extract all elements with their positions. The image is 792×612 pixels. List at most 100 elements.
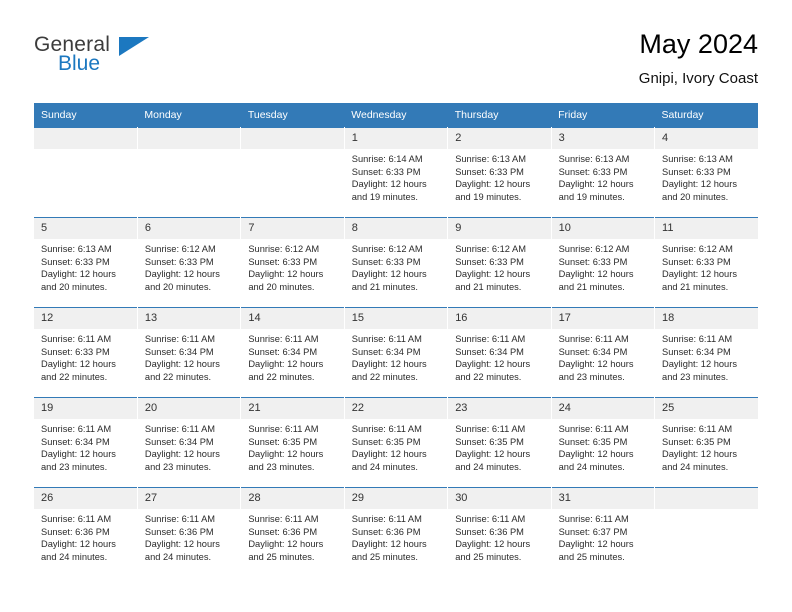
- day-info-line: and 24 minutes.: [455, 461, 522, 472]
- day-sun-info: Sunrise: 6:11 AM Sunset: 6:35 PM Daylight:…: [552, 419, 654, 473]
- day-info-line: Sunrise: 6:13 AM: [662, 154, 733, 164]
- day-number: 9: [448, 218, 551, 239]
- day-info-line: and 23 minutes.: [662, 371, 729, 382]
- day-sun-info: Sunrise: 6:11 AM Sunset: 6:34 PM Daylight:…: [138, 419, 240, 473]
- day-sun-info: Sunrise: 6:14 AM Sunset: 6:33 PM Daylight:…: [345, 149, 447, 203]
- day-info-line: Sunrise: 6:11 AM: [662, 424, 733, 434]
- brand-logo[interactable]: General Blue: [34, 28, 174, 74]
- calendar-day-cell[interactable]: 10 Sunrise: 6:12 AM Sunset: 6:33 PM Dayligh…: [551, 217, 656, 308]
- day-sun-info: Sunrise: 6:11 AM Sunset: 6:35 PM Daylight:…: [448, 419, 550, 473]
- day-info-line: Daylight: 12 hours: [455, 449, 531, 460]
- calendar-day-cell[interactable]: 23 Sunrise: 6:11 AM Sunset: 6:35 PM Dayligh…: [447, 397, 552, 488]
- day-sun-info: Sunrise: 6:12 AM Sunset: 6:33 PM Daylight:…: [345, 239, 447, 293]
- day-info-line: Sunrise: 6:13 AM: [455, 154, 526, 164]
- day-info-line: and 19 minutes.: [558, 191, 625, 202]
- day-info-line: Sunrise: 6:11 AM: [41, 514, 112, 524]
- day-info-line: Sunrise: 6:11 AM: [248, 424, 319, 434]
- day-info-line: Sunset: 6:35 PM: [248, 436, 318, 447]
- calendar-day-cell[interactable]: 12 Sunrise: 6:11 AM Sunset: 6:33 PM Dayligh…: [34, 307, 138, 398]
- calendar-table: Sunday Monday Tuesday Wednesday Thursday Frid…: [34, 103, 758, 578]
- calendar-day-cell[interactable]: 29 Sunrise: 6:11 AM Sunset: 6:36 PM Dayligh…: [344, 487, 449, 578]
- day-info-line: Sunset: 6:34 PM: [144, 436, 214, 447]
- day-info-line: Sunset: 6:35 PM: [351, 436, 421, 447]
- calendar-day-cell[interactable]: 6 Sunrise: 6:12 AM Sunset: 6:33 PM Daylight…: [137, 217, 242, 308]
- day-info-line: and 22 minutes.: [248, 371, 315, 382]
- day-number: 21: [241, 398, 344, 419]
- day-sun-info: Sunrise: 6:11 AM Sunset: 6:34 PM Daylight:…: [241, 329, 343, 383]
- day-number: 6: [137, 218, 241, 239]
- weekday-header-thursday: Thursday: [447, 103, 552, 128]
- day-info-line: and 19 minutes.: [351, 191, 418, 202]
- calendar-day-cell[interactable]: 31 Sunrise: 6:11 AM Sunset: 6:37 PM Dayligh…: [551, 487, 656, 578]
- day-number: 10: [551, 218, 655, 239]
- calendar-day-cell[interactable]: 18 Sunrise: 6:11 AM Sunset: 6:34 PM Dayligh…: [654, 307, 758, 398]
- day-number: 7: [241, 218, 344, 239]
- weekday-header-monday: Monday: [137, 103, 241, 128]
- day-info-line: and 21 minutes.: [455, 281, 522, 292]
- day-info-line: and 23 minutes.: [248, 461, 315, 472]
- day-number: 5: [34, 218, 137, 239]
- calendar-day-cell[interactable]: 11 Sunrise: 6:12 AM Sunset: 6:33 PM Dayligh…: [654, 217, 758, 308]
- day-sun-info: Sunrise: 6:11 AM Sunset: 6:34 PM Daylight:…: [138, 329, 240, 383]
- day-sun-info: Sunrise: 6:11 AM Sunset: 6:36 PM Daylight:…: [241, 509, 343, 563]
- day-info-line: Sunrise: 6:11 AM: [144, 424, 216, 434]
- day-info-line: Daylight: 12 hours: [144, 449, 220, 460]
- calendar-day-cell[interactable]: 5 Sunrise: 6:13 AM Sunset: 6:33 PM Daylight…: [34, 217, 138, 308]
- calendar-day-cell[interactable]: 16 Sunrise: 6:11 AM Sunset: 6:34 PM Dayligh…: [447, 307, 552, 398]
- day-number: 4: [655, 128, 758, 149]
- day-info-line: Sunrise: 6:12 AM: [455, 244, 526, 254]
- day-info-line: and 20 minutes.: [248, 281, 315, 292]
- day-sun-info: Sunrise: 6:11 AM Sunset: 6:36 PM Daylight:…: [345, 509, 447, 563]
- calendar-day-cell[interactable]: 27 Sunrise: 6:11 AM Sunset: 6:36 PM Dayligh…: [137, 487, 242, 578]
- calendar-day-cell[interactable]: 19 Sunrise: 6:11 AM Sunset: 6:34 PM Dayligh…: [34, 397, 138, 488]
- calendar-cell-empty: [240, 127, 345, 218]
- day-number: 19: [34, 398, 137, 419]
- calendar-body: 1 Sunrise: 6:14 AM Sunset: 6:33 PM Daylight…: [34, 127, 758, 578]
- calendar-day-cell[interactable]: 28 Sunrise: 6:11 AM Sunset: 6:36 PM Dayligh…: [240, 487, 345, 578]
- calendar-day-cell[interactable]: 15 Sunrise: 6:11 AM Sunset: 6:34 PM Dayligh…: [344, 307, 449, 398]
- day-info-line: Sunset: 6:33 PM: [662, 256, 731, 267]
- calendar-day-cell[interactable]: 24 Sunrise: 6:11 AM Sunset: 6:35 PM Dayligh…: [551, 397, 656, 488]
- calendar-day-cell[interactable]: 21 Sunrise: 6:11 AM Sunset: 6:35 PM Dayligh…: [240, 397, 345, 488]
- day-info-line: Sunrise: 6:11 AM: [558, 424, 629, 434]
- day-sun-info: Sunrise: 6:11 AM Sunset: 6:34 PM Daylight:…: [655, 329, 758, 383]
- day-info-line: Daylight: 12 hours: [144, 269, 220, 280]
- day-number: 8: [344, 218, 448, 239]
- calendar-day-cell[interactable]: 7 Sunrise: 6:12 AM Sunset: 6:33 PM Daylight…: [240, 217, 345, 308]
- weekday-header-saturday: Saturday: [654, 103, 758, 128]
- day-info-line: Sunrise: 6:11 AM: [351, 514, 422, 524]
- calendar-day-cell[interactable]: 30 Sunrise: 6:11 AM Sunset: 6:36 PM Dayligh…: [447, 487, 552, 578]
- day-sun-info: Sunrise: 6:13 AM Sunset: 6:33 PM Daylight:…: [448, 149, 550, 203]
- calendar-day-cell[interactable]: 1 Sunrise: 6:14 AM Sunset: 6:33 PM Daylight…: [344, 127, 449, 218]
- calendar-day-cell[interactable]: 2 Sunrise: 6:13 AM Sunset: 6:33 PM Daylight…: [447, 127, 552, 218]
- day-info-line: Sunrise: 6:12 AM: [144, 244, 216, 254]
- day-info-line: Daylight: 12 hours: [41, 449, 116, 460]
- calendar-day-cell[interactable]: 25 Sunrise: 6:11 AM Sunset: 6:35 PM Dayligh…: [654, 397, 758, 488]
- day-number: 22: [344, 398, 448, 419]
- weekday-header-row: Sunday Monday Tuesday Wednesday Thursday Frid…: [34, 103, 758, 128]
- calendar-day-cell[interactable]: 26 Sunrise: 6:11 AM Sunset: 6:36 PM Dayligh…: [34, 487, 138, 578]
- calendar-day-cell[interactable]: 22 Sunrise: 6:11 AM Sunset: 6:35 PM Dayligh…: [344, 397, 449, 488]
- day-number: 18: [655, 308, 758, 329]
- day-info-line: Daylight: 12 hours: [248, 359, 324, 370]
- calendar-day-cell[interactable]: 4 Sunrise: 6:13 AM Sunset: 6:33 PM Daylight…: [654, 127, 758, 218]
- triangle-icon: [119, 37, 149, 56]
- day-info-line: and 24 minutes.: [41, 551, 108, 562]
- day-info-line: Sunset: 6:33 PM: [558, 166, 628, 177]
- calendar-day-cell[interactable]: 8 Sunrise: 6:12 AM Sunset: 6:33 PM Daylight…: [344, 217, 449, 308]
- calendar-day-cell[interactable]: 20 Sunrise: 6:11 AM Sunset: 6:34 PM Dayligh…: [137, 397, 242, 488]
- calendar-day-cell[interactable]: 17 Sunrise: 6:11 AM Sunset: 6:34 PM Dayligh…: [551, 307, 656, 398]
- day-info-line: Daylight: 12 hours: [455, 359, 531, 370]
- calendar-day-cell[interactable]: 14 Sunrise: 6:11 AM Sunset: 6:34 PM Dayligh…: [240, 307, 345, 398]
- day-number: 24: [551, 398, 655, 419]
- day-info-line: Sunrise: 6:12 AM: [248, 244, 320, 254]
- calendar-day-cell[interactable]: 13 Sunrise: 6:11 AM Sunset: 6:34 PM Dayligh…: [137, 307, 242, 398]
- calendar-day-cell[interactable]: 9 Sunrise: 6:12 AM Sunset: 6:33 PM Daylight…: [447, 217, 552, 308]
- day-number: [34, 128, 137, 149]
- day-info-line: and 22 minutes.: [351, 371, 418, 382]
- day-number: 12: [34, 308, 137, 329]
- day-sun-info: Sunrise: 6:11 AM Sunset: 6:34 PM Daylight:…: [34, 419, 137, 473]
- calendar-day-cell[interactable]: 3 Sunrise: 6:13 AM Sunset: 6:33 PM Daylight…: [551, 127, 656, 218]
- day-info-line: and 25 minutes.: [351, 551, 418, 562]
- day-number: [241, 128, 344, 149]
